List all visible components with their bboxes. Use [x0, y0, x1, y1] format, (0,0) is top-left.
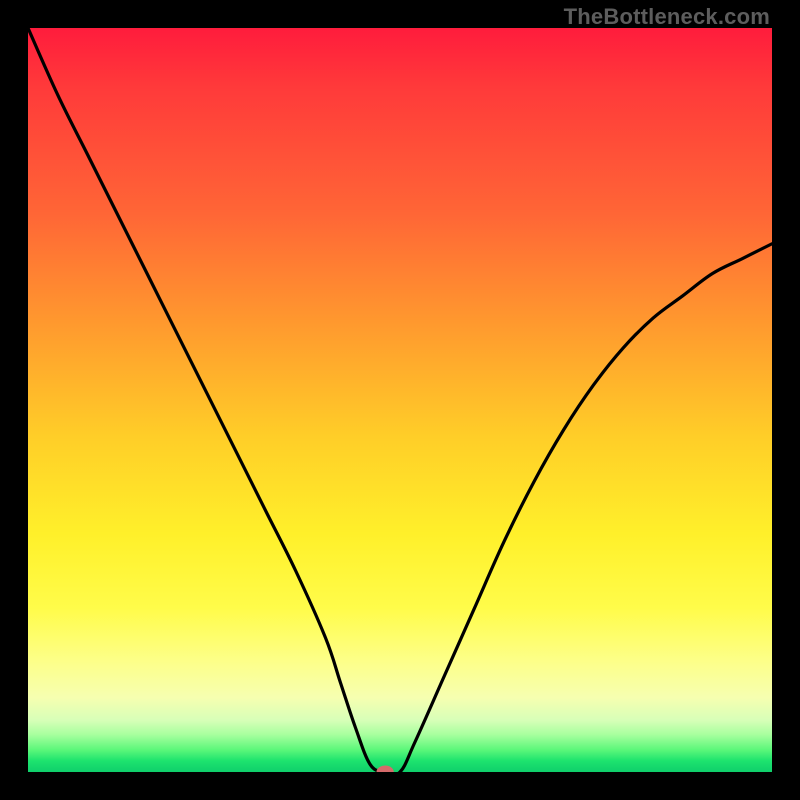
- bottleneck-curve-path: [28, 28, 772, 772]
- bottleneck-marker: [377, 766, 393, 772]
- chart-frame: [28, 28, 772, 772]
- watermark-text: TheBottleneck.com: [564, 4, 770, 30]
- chart-svg: [28, 28, 772, 772]
